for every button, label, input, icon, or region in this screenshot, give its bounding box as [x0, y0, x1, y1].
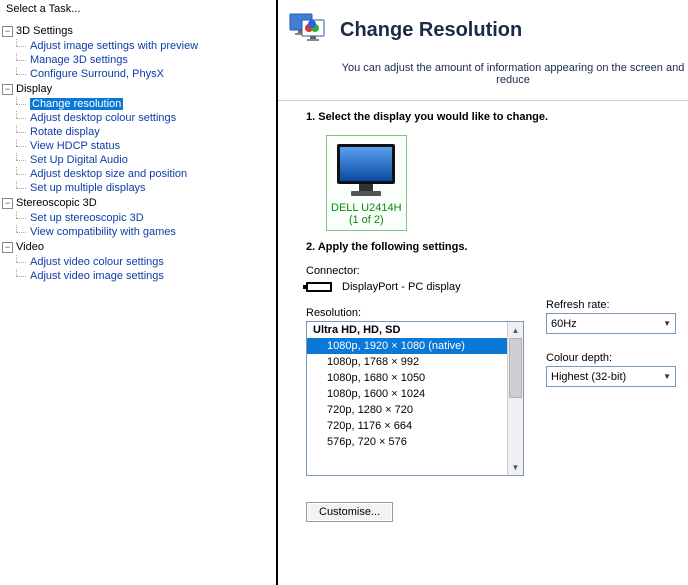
monitor-icon — [331, 142, 401, 200]
connector-row: DisplayPort - PC display — [306, 281, 676, 293]
scroll-down-icon[interactable]: ▼ — [508, 459, 523, 475]
step-2-section: 2. Apply the following settings. Connect… — [278, 231, 688, 522]
step-2-heading: 2. Apply the following settings. — [306, 241, 676, 253]
tree-item[interactable]: Set up stereoscopic 3D — [30, 212, 144, 224]
chevron-down-icon: ▼ — [663, 319, 671, 328]
page-subtitle: You can adjust the amount of information… — [278, 58, 688, 94]
scroll-thumb[interactable] — [509, 338, 522, 398]
colour-depth-value: Highest (32-bit) — [551, 371, 626, 383]
tree-item[interactable]: Set Up Digital Audio — [30, 154, 128, 166]
chevron-down-icon: ▼ — [663, 372, 671, 381]
tree-item[interactable]: Change resolution — [30, 98, 123, 110]
resolution-item[interactable]: 1080p, 1768 × 992 — [307, 354, 523, 370]
displayport-icon — [306, 282, 332, 292]
tree-group-label[interactable]: Stereoscopic 3D — [16, 195, 97, 211]
tree-item[interactable]: Adjust video colour settings — [30, 256, 164, 268]
sidebar-header: Select a Task... — [0, 0, 276, 19]
tree-item[interactable]: Manage 3D settings — [30, 54, 128, 66]
page-title: Change Resolution — [340, 19, 522, 42]
connector-label: Connector: — [306, 265, 676, 277]
tree-item[interactable]: Adjust desktop colour settings — [30, 112, 176, 124]
display-icon — [288, 10, 328, 50]
tree-item[interactable]: Adjust image settings with preview — [30, 40, 198, 52]
step-1-section: 1. Select the display you would like to … — [278, 101, 688, 231]
tree-item[interactable]: Adjust desktop size and position — [30, 168, 187, 180]
refresh-rate-value: 60Hz — [551, 318, 577, 330]
page-header: Change Resolution — [278, 0, 688, 58]
tree-item[interactable]: Set up multiple displays — [30, 182, 146, 194]
customise-button[interactable]: Customise... — [306, 502, 393, 522]
tree-toggle[interactable]: − — [2, 26, 13, 37]
resolution-label: Resolution: — [306, 307, 524, 319]
resolution-item[interactable]: 1080p, 1680 × 1050 — [307, 370, 523, 386]
resolution-item[interactable]: 576p, 720 × 576 — [307, 434, 523, 450]
tree-group-label[interactable]: 3D Settings — [16, 23, 73, 39]
tree-toggle[interactable]: − — [2, 198, 13, 209]
tree-item[interactable]: Configure Surround, PhysX — [30, 68, 164, 80]
resolution-item[interactable]: 720p, 1176 × 664 — [307, 418, 523, 434]
tree-group-label[interactable]: Display — [16, 81, 52, 97]
scrollbar[interactable]: ▲ ▼ — [507, 322, 523, 475]
task-tree: −3D SettingsAdjust image settings with p… — [0, 19, 276, 585]
tree-item[interactable]: Rotate display — [30, 126, 100, 138]
tree-item[interactable]: View compatibility with games — [30, 226, 176, 238]
refresh-rate-combo[interactable]: 60Hz ▼ — [546, 313, 676, 334]
monitor-tile[interactable]: DELL U2414H (1 of 2) — [326, 135, 407, 231]
colour-depth-combo[interactable]: Highest (32-bit) ▼ — [546, 366, 676, 387]
task-sidebar: Select a Task... −3D SettingsAdjust imag… — [0, 0, 278, 585]
tree-item[interactable]: Adjust video image settings — [30, 270, 164, 282]
connector-value: DisplayPort - PC display — [342, 281, 461, 293]
resolution-group-header: Ultra HD, HD, SD — [307, 322, 523, 338]
tree-toggle[interactable]: − — [2, 84, 13, 95]
tree-toggle[interactable]: − — [2, 242, 13, 253]
tree-item[interactable]: View HDCP status — [30, 140, 120, 152]
colour-depth-label: Colour depth: — [546, 352, 676, 364]
resolution-item[interactable]: 1080p, 1920 × 1080 (native) — [307, 338, 523, 354]
monitor-name: DELL U2414H — [331, 202, 402, 214]
step-1-heading: 1. Select the display you would like to … — [306, 111, 676, 123]
monitor-sub: (1 of 2) — [331, 214, 402, 226]
scroll-up-icon[interactable]: ▲ — [508, 322, 523, 338]
refresh-rate-label: Refresh rate: — [546, 299, 676, 311]
resolution-item[interactable]: 720p, 1280 × 720 — [307, 402, 523, 418]
resolution-item[interactable]: 1080p, 1600 × 1024 — [307, 386, 523, 402]
tree-group-label[interactable]: Video — [16, 239, 44, 255]
content-pane: Change Resolution You can adjust the amo… — [278, 0, 688, 585]
resolution-list[interactable]: Ultra HD, HD, SD 1080p, 1920 × 1080 (nat… — [306, 321, 524, 476]
